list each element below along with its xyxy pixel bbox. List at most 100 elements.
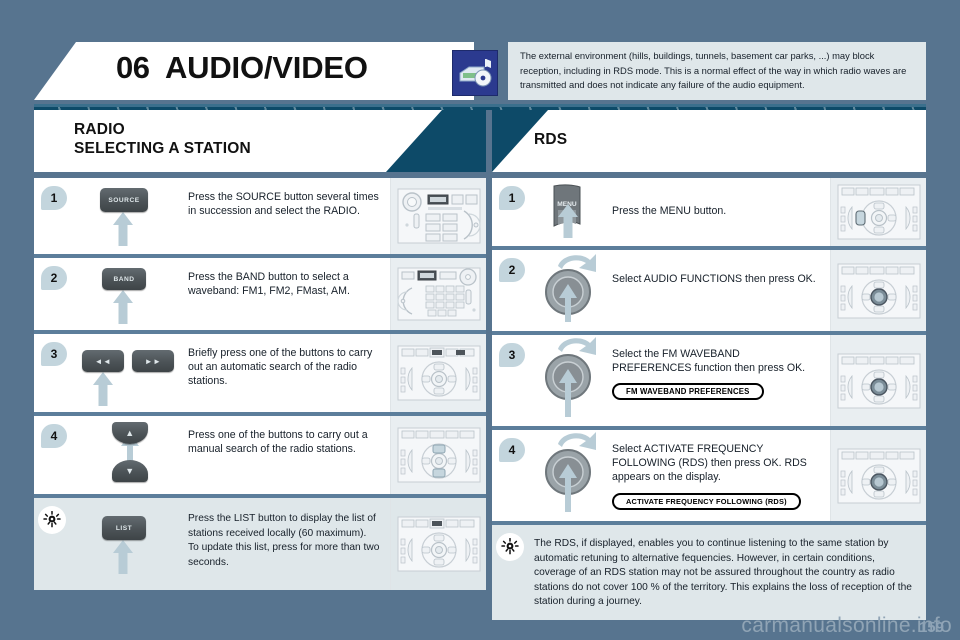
arrow-up-icon <box>112 290 134 324</box>
radio-faceplate-illustration <box>390 178 486 254</box>
bulb-icon <box>496 533 524 561</box>
step-text: Press one of the buttons to carry out a … <box>188 429 368 456</box>
rotary-knob-control[interactable] <box>532 250 610 331</box>
step-number: 2 <box>50 271 58 285</box>
reception-note-text: The external environment (hills, buildin… <box>520 50 907 90</box>
chapter-number: 06 <box>116 50 150 85</box>
rds-section-title: RDS <box>534 131 568 148</box>
step-item: 2 BAND Press the BAND button to select a… <box>34 258 486 334</box>
scan-up-button[interactable]: ▲ <box>112 422 148 444</box>
steering-wheel-controls-illustration <box>390 416 486 494</box>
radio-section-title: RADIO SELECTING A STATION <box>74 120 251 158</box>
activate-frequency-following-pill: ACTIVATE FREQUENCY FOLLOWING (RDS) <box>612 492 801 510</box>
bulb-icon <box>38 506 66 534</box>
step-text: Select ACTIVATE FREQUENCY FOLLOWING (RDS… <box>612 443 807 484</box>
step-number: 3 <box>508 348 516 362</box>
step-marker: 3 <box>492 335 532 426</box>
control-illustration: LIST <box>74 498 186 590</box>
arrow-up-icon <box>112 540 134 574</box>
control-illustration: BAND <box>74 258 186 330</box>
control-illustration: ◄◄ ►► <box>74 334 186 412</box>
step-text-wrap: Press the BAND button to select a waveba… <box>186 258 390 330</box>
step-marker: 3 <box>34 334 74 412</box>
rotary-knob-control[interactable] <box>532 335 610 426</box>
arrow-up-icon <box>92 372 114 406</box>
step-number: 1 <box>508 191 516 205</box>
tip-text: Press the LIST button to display the lis… <box>188 513 380 568</box>
rotary-knob-icon <box>545 337 596 417</box>
step-text: Select the FM WAVEBAND PREFERENCES funct… <box>612 348 806 375</box>
rotary-knob-icon <box>545 254 596 322</box>
step-item: 3 ◄◄ ►► Briefly press one of the buttons… <box>34 334 486 416</box>
step-text: Briefly press one of the buttons to carr… <box>188 347 373 388</box>
rds-section-title-bar: RDS <box>492 110 926 172</box>
manual-page: 06 AUDIO/VIDEO The external environment … <box>0 0 960 640</box>
radio-title-line-2: SELECTING A STATION <box>74 140 251 157</box>
step-number: 4 <box>508 443 516 457</box>
step-text-wrap: Select the FM WAVEBAND PREFERENCES funct… <box>610 335 830 426</box>
step-text-wrap: Select AUDIO FUNCTIONS then press OK. <box>610 250 830 331</box>
rds-steps-column: 1 MENU Press the MENU button. 2 Select A… <box>492 178 926 620</box>
step-text-wrap: Press the SOURCE button several times in… <box>186 178 390 254</box>
step-item: 2 Select AUDIO FUNCTIONS then press OK. <box>492 250 926 335</box>
step-item: 1 MENU Press the MENU button. <box>492 178 926 250</box>
tip-item: The RDS, if displayed, enables you to co… <box>492 525 926 620</box>
tip-text-wrap: The RDS, if displayed, enables you to co… <box>532 525 926 620</box>
step-number: 4 <box>50 429 58 443</box>
step-number: 2 <box>508 263 516 277</box>
list-button[interactable]: LIST <box>102 516 146 540</box>
tip-text: The RDS, if displayed, enables you to co… <box>534 538 912 608</box>
radio-keypad-illustration <box>390 258 486 330</box>
step-text: Press the BAND button to select a waveba… <box>188 271 350 298</box>
step-text-wrap: Select ACTIVATE FREQUENCY FOLLOWING (RDS… <box>610 430 830 521</box>
step-number: 3 <box>50 347 58 361</box>
step-item: 1 SOURCE Press the SOURCE button several… <box>34 178 486 258</box>
step-text: Select AUDIO FUNCTIONS then press OK. <box>612 273 816 285</box>
band-button[interactable]: BAND <box>102 268 146 290</box>
control-illustration: MENU <box>532 178 610 246</box>
steering-wheel-controls-illustration <box>830 250 926 331</box>
steering-wheel-controls-illustration <box>390 498 486 590</box>
page-header: 06 AUDIO/VIDEO The external environment … <box>34 42 926 104</box>
control-illustration: ▲ ▼ <box>74 416 186 494</box>
step-marker: 2 <box>492 250 532 331</box>
tip-marker <box>34 498 74 590</box>
step-item: 3 Select the FM WAVEBAND PREFERENCES fun… <box>492 335 926 430</box>
radio-section-title-bar: RADIO SELECTING A STATION <box>34 110 486 172</box>
band-top-line <box>34 104 926 107</box>
fm-waveband-preferences-pill: FM WAVEBAND PREFERENCES <box>612 383 764 401</box>
scan-down-button[interactable]: ▼ <box>112 460 148 482</box>
tip-marker <box>492 525 532 620</box>
reception-note: The external environment (hills, buildin… <box>508 42 926 100</box>
audio-video-icon <box>452 50 498 96</box>
step-item: 4 Select ACTIVATE FREQUENCY FOLLOWING (R… <box>492 430 926 525</box>
seek-up-button[interactable]: ►► <box>132 350 174 372</box>
step-marker: 1 <box>492 178 532 246</box>
control-illustration: SOURCE <box>74 178 186 254</box>
radio-title-line-1: RADIO <box>74 121 125 138</box>
step-item: 4 ▲ ▼ Press one of the buttons to carry … <box>34 416 486 498</box>
tip-text-wrap: Press the LIST button to display the lis… <box>186 498 390 590</box>
step-text-wrap: Press one of the buttons to carry out a … <box>186 416 390 494</box>
step-text: Press the SOURCE button several times in… <box>188 191 379 218</box>
arrow-up-icon <box>557 204 579 238</box>
radio-steps-column: 1 SOURCE Press the SOURCE button several… <box>34 178 486 590</box>
rotary-knob-icon <box>545 432 596 512</box>
step-text-wrap: Press the MENU button. <box>610 178 830 246</box>
source-button[interactable]: SOURCE <box>100 188 148 212</box>
page-number: 159 <box>918 619 944 636</box>
step-marker: 1 <box>34 178 74 254</box>
rotary-knob-control[interactable] <box>532 430 610 521</box>
step-marker: 4 <box>34 416 74 494</box>
steering-wheel-controls-illustration <box>390 334 486 412</box>
tip-item: LIST Press the LIST button to display th… <box>34 498 486 590</box>
step-text: Press the MENU button. <box>612 205 727 217</box>
seek-down-button[interactable]: ◄◄ <box>82 350 124 372</box>
steering-wheel-controls-illustration <box>830 335 926 426</box>
steering-wheel-controls-illustration <box>830 178 926 246</box>
step-text-wrap: Briefly press one of the buttons to carr… <box>186 334 390 412</box>
page-title: AUDIO/VIDEO <box>165 50 368 85</box>
step-marker: 4 <box>492 430 532 521</box>
step-number: 1 <box>50 191 58 205</box>
arrow-up-icon <box>112 212 134 246</box>
